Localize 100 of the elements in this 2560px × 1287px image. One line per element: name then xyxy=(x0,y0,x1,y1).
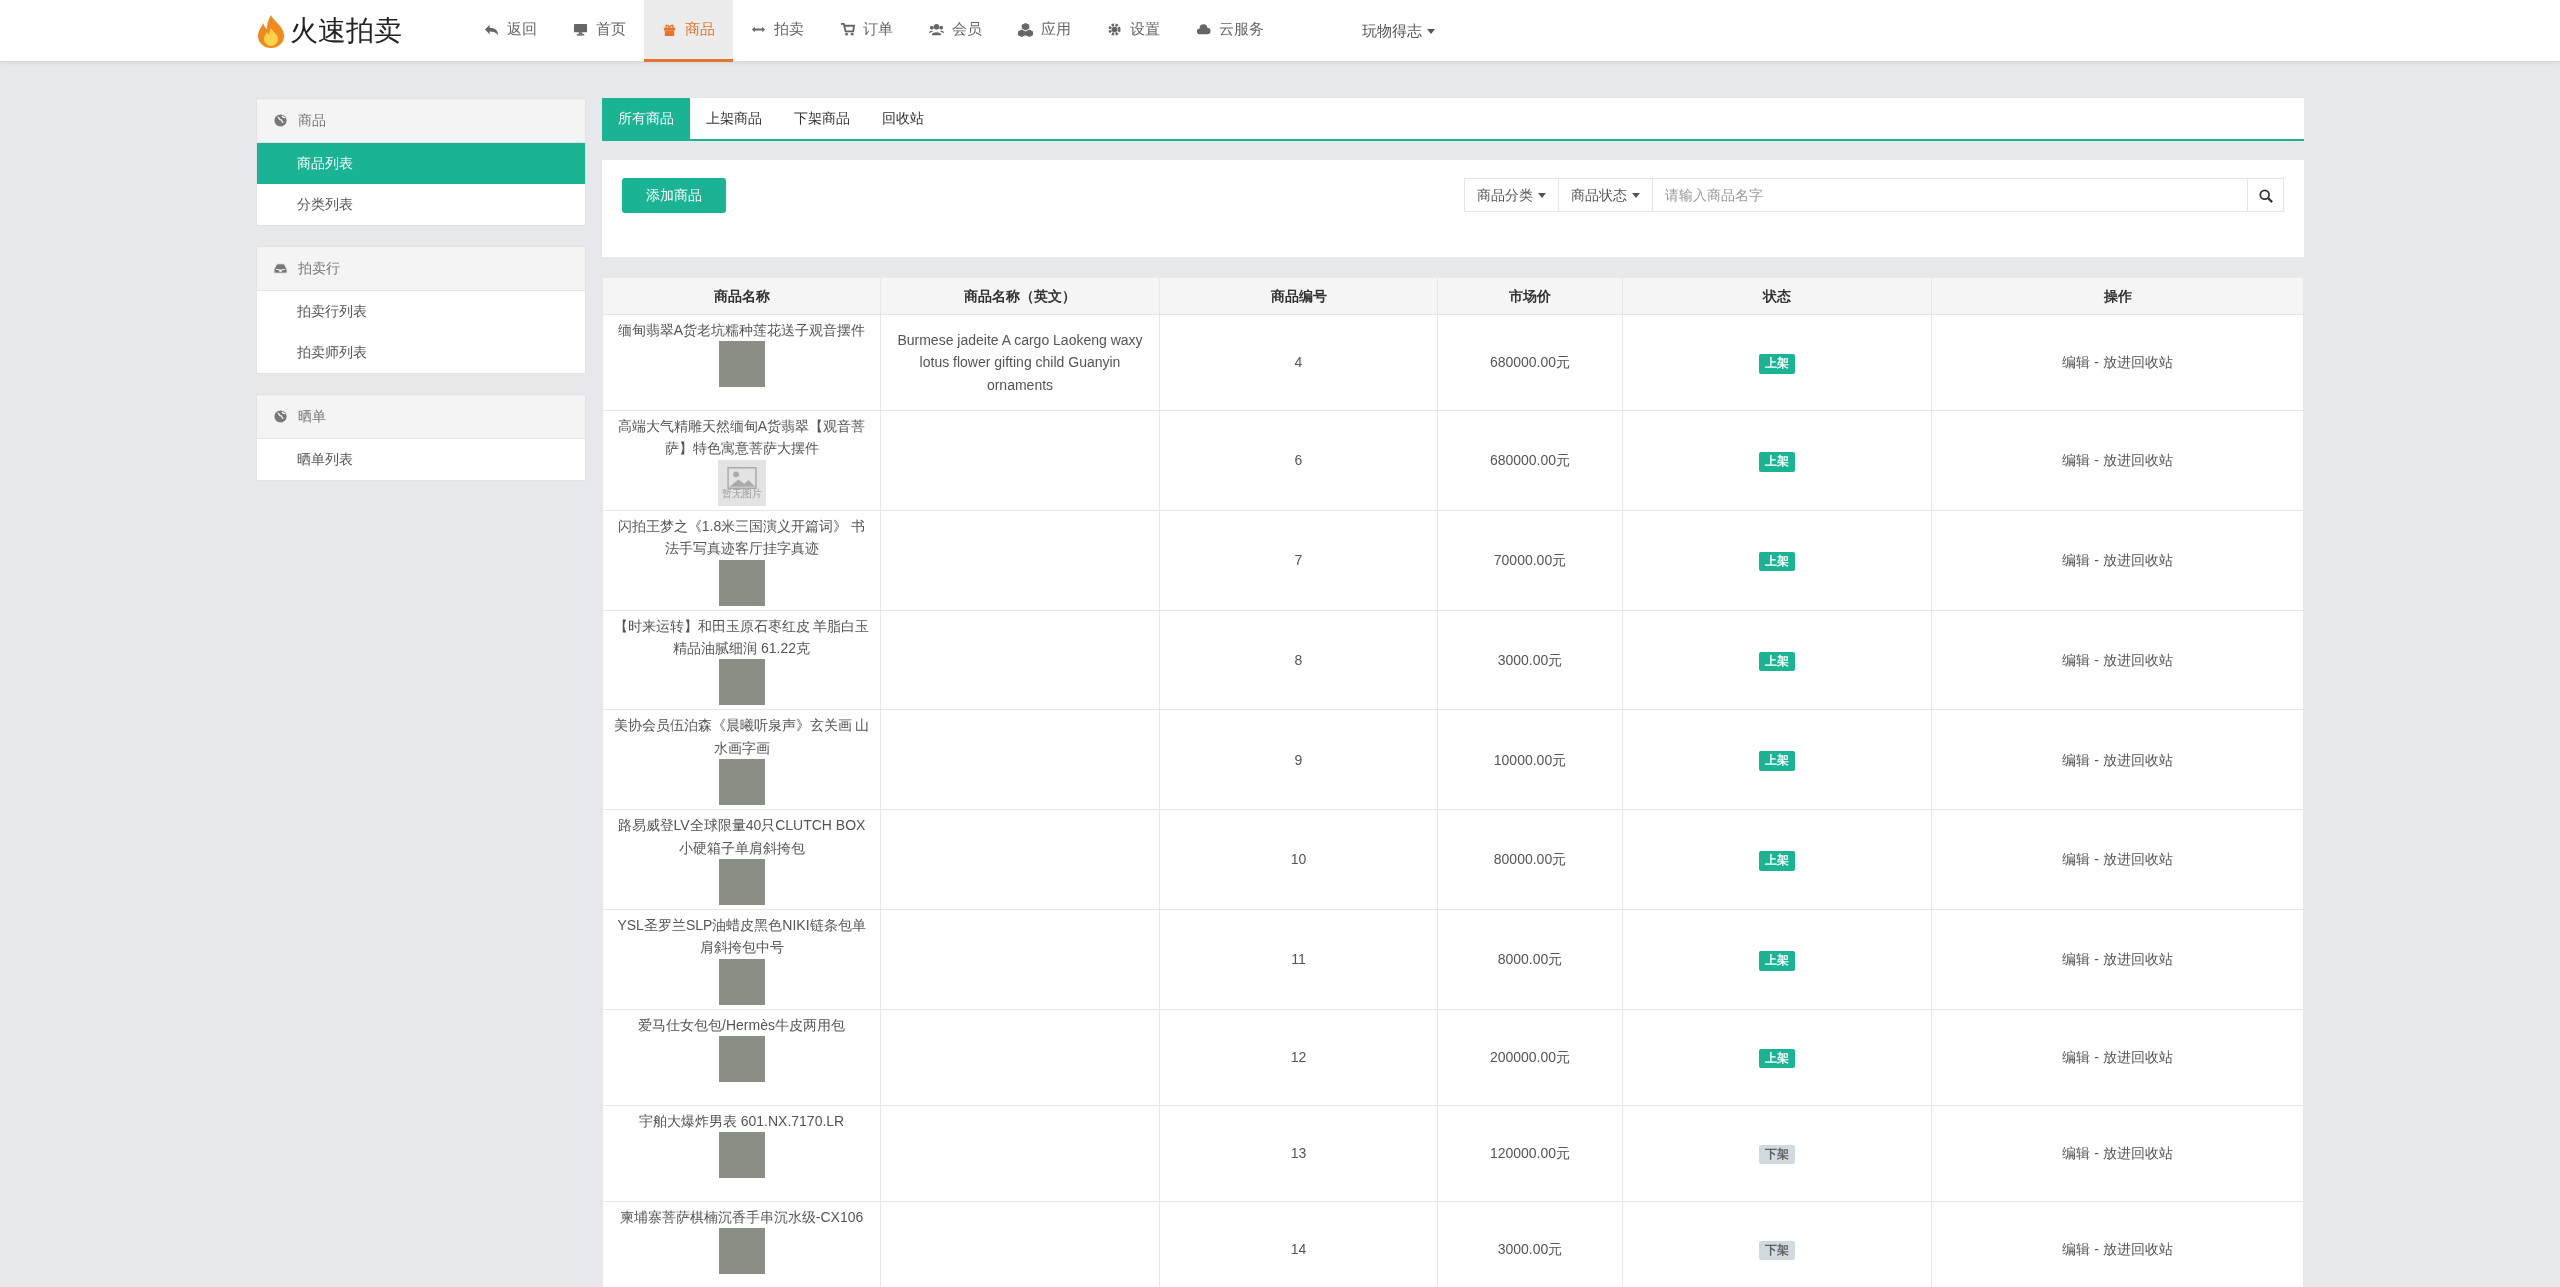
cloud-icon xyxy=(1196,22,1211,37)
product-photo xyxy=(718,341,765,388)
tab[interactable]: 上架商品 xyxy=(690,98,778,139)
tab[interactable]: 回收站 xyxy=(866,98,940,139)
caret-icon xyxy=(1632,193,1640,199)
filter-dropdown[interactable]: 商品分类 xyxy=(1464,178,1558,212)
recycle-link[interactable]: 放进回收站 xyxy=(2102,354,2173,371)
separator: - xyxy=(2094,1241,2099,1257)
product-photo xyxy=(718,1036,765,1083)
product-photo xyxy=(718,759,765,806)
market-price: 120000.00元 xyxy=(1489,1145,1571,1161)
nav-link[interactable]: 拍卖 xyxy=(733,0,822,62)
nav-link[interactable]: 订单 xyxy=(822,0,911,62)
market-price: 3000.00元 xyxy=(1497,1241,1563,1257)
nav-link[interactable]: 设置 xyxy=(1089,0,1178,62)
status-label: 上架 xyxy=(1759,452,1795,472)
recycle-link[interactable]: 放进回收站 xyxy=(2102,1145,2173,1161)
column-header: 操作 xyxy=(1931,277,2304,315)
edit-link[interactable]: 编辑 xyxy=(2062,851,2091,868)
nav-link[interactable]: 应用 xyxy=(1000,0,1089,62)
nav-link[interactable]: 返回 xyxy=(466,0,555,62)
product-name: 闪拍王梦之《1.8米三国演义开篇词》 书法手写真迹客厅挂字真迹 xyxy=(616,516,867,559)
nav-link[interactable]: 会员 xyxy=(911,0,1000,62)
recycle-link[interactable]: 放进回收站 xyxy=(2102,1241,2173,1257)
recycle-link[interactable]: 放进回收站 xyxy=(2102,1049,2173,1065)
settings-icon xyxy=(1107,22,1122,37)
user-menu[interactable]: 玩物得志 xyxy=(1362,19,1435,43)
inbox-icon xyxy=(273,261,288,276)
product-name-english: Burmese jadeite A cargo Laokeng waxy lotus flower gifting child Guanyin ornaments xyxy=(897,331,1143,393)
tab[interactable]: 下架商品 xyxy=(778,98,866,139)
monitor-icon xyxy=(573,22,588,37)
edit-link[interactable]: 编辑 xyxy=(2062,1241,2091,1257)
status-label: 上架 xyxy=(1759,1048,1795,1069)
product-number: 11 xyxy=(1291,951,1306,968)
market-price: 3000.00元 xyxy=(1497,651,1563,668)
separator: - xyxy=(2094,851,2099,868)
product-number: 7 xyxy=(1294,551,1303,568)
edit-link[interactable]: 编辑 xyxy=(2062,1145,2091,1161)
column-header: 状态 xyxy=(1622,277,1932,315)
recycle-link[interactable]: 放进回收站 xyxy=(2102,851,2173,868)
recycle-link[interactable]: 放进回收站 xyxy=(2102,951,2173,968)
market-price: 70000.00元 xyxy=(1493,551,1567,568)
edit-link[interactable]: 编辑 xyxy=(2062,551,2091,568)
edit-link[interactable]: 编辑 xyxy=(2062,751,2091,768)
status-label: 上架 xyxy=(1759,551,1795,572)
edit-link[interactable]: 编辑 xyxy=(2062,354,2091,371)
column-header: 商品名称 xyxy=(602,277,881,315)
product-name: 美协会员伍泊森《晨曦听泉声》玄关画 山水画字画 xyxy=(613,716,870,758)
recycle-link[interactable]: 放进回收站 xyxy=(2102,751,2173,768)
edit-link[interactable]: 编辑 xyxy=(2062,951,2091,968)
recycle-link[interactable]: 放进回收站 xyxy=(2102,452,2173,469)
filter-dropdown[interactable]: 商品状态 xyxy=(1558,178,1652,212)
status-label: 下架 xyxy=(1759,1144,1795,1165)
recycle-link[interactable]: 放进回收站 xyxy=(2102,551,2173,568)
product-name: YSL圣罗兰SLP油蜡皮黑色NIKI链条包单肩斜挎包中号 xyxy=(616,915,867,958)
separator: - xyxy=(2094,951,2099,968)
sidebar-item[interactable]: 拍卖行列表 xyxy=(257,291,585,332)
search-field[interactable]: 请输入商品名字 xyxy=(1652,178,2248,212)
product-photo xyxy=(718,958,765,1005)
market-price: 200000.00元 xyxy=(1489,1049,1571,1065)
no-image-label: 暂无图片 xyxy=(721,488,762,499)
status-label: 上架 xyxy=(1759,751,1795,772)
product-number: 6 xyxy=(1294,452,1303,469)
separator: - xyxy=(2094,551,2099,568)
separator: - xyxy=(2094,1145,2099,1161)
column-header: 商品编号 xyxy=(1159,277,1438,315)
edit-link[interactable]: 编辑 xyxy=(2062,1049,2091,1065)
sidebar-section-title: 拍卖行 xyxy=(298,259,340,278)
product-name: 宇舶大爆炸男表 601.NX.7170.LR xyxy=(637,1111,846,1131)
edit-link[interactable]: 编辑 xyxy=(2062,452,2091,469)
status-label: 上架 xyxy=(1759,651,1795,672)
recycle-link[interactable]: 放进回收站 xyxy=(2102,651,2173,668)
market-price: 680000.00元 xyxy=(1489,354,1571,371)
nav-link[interactable]: 首页 xyxy=(555,0,644,62)
product-number: 9 xyxy=(1294,751,1303,768)
sidebar-item[interactable]: 分类列表 xyxy=(257,184,585,225)
status-label: 下架 xyxy=(1759,1240,1795,1261)
nav-link[interactable]: 云服务 xyxy=(1178,0,1282,62)
edit-link[interactable]: 编辑 xyxy=(2062,651,2091,668)
caret-icon xyxy=(1427,29,1435,35)
sidebar-item[interactable]: 晒单列表 xyxy=(257,439,585,480)
product-photo xyxy=(718,559,765,606)
market-price: 80000.00元 xyxy=(1493,851,1567,868)
separator: - xyxy=(2094,751,2099,768)
market-price: 8000.00元 xyxy=(1497,951,1563,968)
cart-icon xyxy=(840,22,855,37)
gift-icon xyxy=(662,22,677,37)
search-button[interactable] xyxy=(2248,178,2284,212)
separator: - xyxy=(2094,1049,2099,1065)
product-photo xyxy=(718,1132,765,1179)
cubes-icon xyxy=(1018,22,1033,37)
product-name: 缅甸翡翠A货老坑糯种莲花送子观音摆件 xyxy=(616,321,867,340)
market-price: 680000.00元 xyxy=(1489,452,1571,469)
sidebar-item[interactable]: 拍卖师列表 xyxy=(257,332,585,373)
image-icon xyxy=(726,466,757,489)
column-header: 市场价 xyxy=(1437,277,1623,315)
product-number: 12 xyxy=(1290,1049,1307,1065)
product-photo xyxy=(718,1228,765,1275)
product-name: 【时来运转】和田玉原石枣红皮 羊脂白玉精品油腻细润 61.22克 xyxy=(613,616,870,658)
separator: - xyxy=(2094,651,2099,668)
